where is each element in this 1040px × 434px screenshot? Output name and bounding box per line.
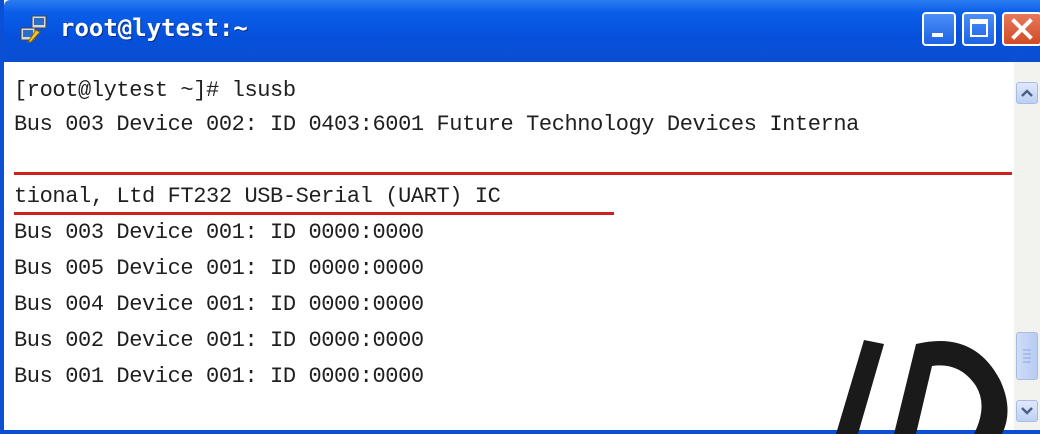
terminal-line: Bus 002 Device 001: ID 0000:0000: [14, 328, 424, 353]
terminal-line: Bus 003 Device 002: ID 0403:6001 Future …: [14, 112, 859, 137]
maximize-button[interactable]: [962, 12, 996, 46]
terminal-line: Bus 004 Device 001: ID 0000:0000: [14, 292, 424, 317]
highlight-underline: [14, 212, 614, 215]
terminal-window: root@lytest:~ [root@lytest ~]# lsusb Bus…: [0, 0, 1040, 434]
terminal-line: Bus 003 Device 001: ID 0000:0000: [14, 220, 424, 245]
minimize-button[interactable]: [922, 12, 956, 46]
title-bar[interactable]: root@lytest:~: [4, 0, 1040, 62]
terminal-line: [root@lytest ~]# lsusb: [14, 78, 296, 103]
maximize-icon: [970, 19, 988, 37]
terminal-line: tional, Ltd FT232 USB-Serial (UART) IC: [14, 184, 501, 209]
terminal-line: Bus 005 Device 001: ID 0000:0000: [14, 256, 424, 281]
chevron-up-icon: [1021, 89, 1033, 97]
close-button[interactable]: [1002, 12, 1040, 46]
terminal-line: Bus 001 Device 001: ID 0000:0000: [14, 364, 424, 389]
window-title: root@lytest:~: [60, 14, 248, 42]
highlight-underline: [14, 172, 1012, 175]
close-icon: [1011, 18, 1033, 40]
scroll-up-button[interactable]: [1016, 82, 1038, 104]
watermark-shape: [836, 340, 1008, 434]
minimize-icon: [932, 33, 943, 37]
putty-terminal-icon: [20, 15, 47, 43]
